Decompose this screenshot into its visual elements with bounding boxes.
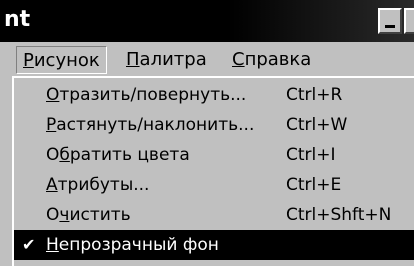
menu-picture-label-accel: Р <box>23 50 34 71</box>
menu-item-shortcut: Ctrl+R <box>286 85 343 105</box>
minimize-button[interactable] <box>378 8 402 34</box>
menu-item-draw-opaque[interactable]: ✔ Непрозрачный фон <box>14 230 414 260</box>
menu-help-label-post: правка <box>244 49 312 70</box>
menu-item-stretch-skew[interactable]: Растянуть/наклонить... Ctrl+W <box>14 110 414 140</box>
menu-item-label: Непрозрачный фон <box>46 230 219 260</box>
checkmark-icon: ✔ <box>22 235 36 254</box>
label-post: астянуть/наклонить... <box>56 115 255 135</box>
menu-palette[interactable]: Палитра <box>120 46 213 74</box>
menu-help-label-accel: С <box>232 49 245 70</box>
menu-item-shortcut: Ctrl+W <box>286 115 348 135</box>
label-accel: б <box>59 145 70 165</box>
menu-bar: Рисунок Палитра Справка <box>0 42 414 78</box>
label-pre: О <box>46 205 60 225</box>
picture-dropdown-menu: Отразить/повернуть... Ctrl+R Растянуть/н… <box>12 76 414 266</box>
menu-item-invert-colors[interactable]: Обратить цвета Ctrl+I <box>14 140 414 170</box>
menu-palette-label-accel: П <box>126 49 140 70</box>
menu-help[interactable]: Справка <box>226 46 317 74</box>
maximize-button[interactable] <box>404 8 414 34</box>
label-accel: ч <box>59 205 70 225</box>
label-accel: Р <box>46 115 57 135</box>
label-accel: О <box>46 85 60 105</box>
label-accel: А <box>46 175 58 195</box>
menu-item-label: Атрибуты... <box>46 170 149 200</box>
title-bar[interactable]: nt <box>0 0 414 42</box>
label-post: истить <box>69 205 131 225</box>
menu-item-label: Обратить цвета <box>46 140 190 170</box>
window-title: nt <box>4 7 31 32</box>
minimize-icon <box>385 25 395 28</box>
menu-item-label: Отразить/повернуть... <box>46 80 246 110</box>
menu-picture-label-post: исунок <box>33 50 100 71</box>
label-post: тразить/повернуть... <box>59 85 247 105</box>
menu-item-attributes[interactable]: Атрибуты... Ctrl+E <box>14 170 414 200</box>
menu-item-shortcut: Ctrl+E <box>286 175 342 195</box>
label-pre: О <box>46 145 60 165</box>
label-post: трибуты... <box>57 175 150 195</box>
menu-palette-label-post: алитра <box>139 49 207 70</box>
menu-item-shortcut: Ctrl+Shft+N <box>286 205 392 225</box>
menu-item-clear-image[interactable]: Очистить Ctrl+Shft+N <box>14 200 414 230</box>
label-accel: Н <box>46 235 59 255</box>
label-post: ратить цвета <box>69 145 190 165</box>
label-post: епрозрачный фон <box>58 235 219 255</box>
menu-item-flip-rotate[interactable]: Отразить/повернуть... Ctrl+R <box>14 80 414 110</box>
menu-item-label: Очистить <box>46 200 131 230</box>
menu-picture[interactable]: Рисунок <box>16 46 107 74</box>
menu-item-label: Растянуть/наклонить... <box>46 110 254 140</box>
menu-item-shortcut: Ctrl+I <box>286 145 336 165</box>
